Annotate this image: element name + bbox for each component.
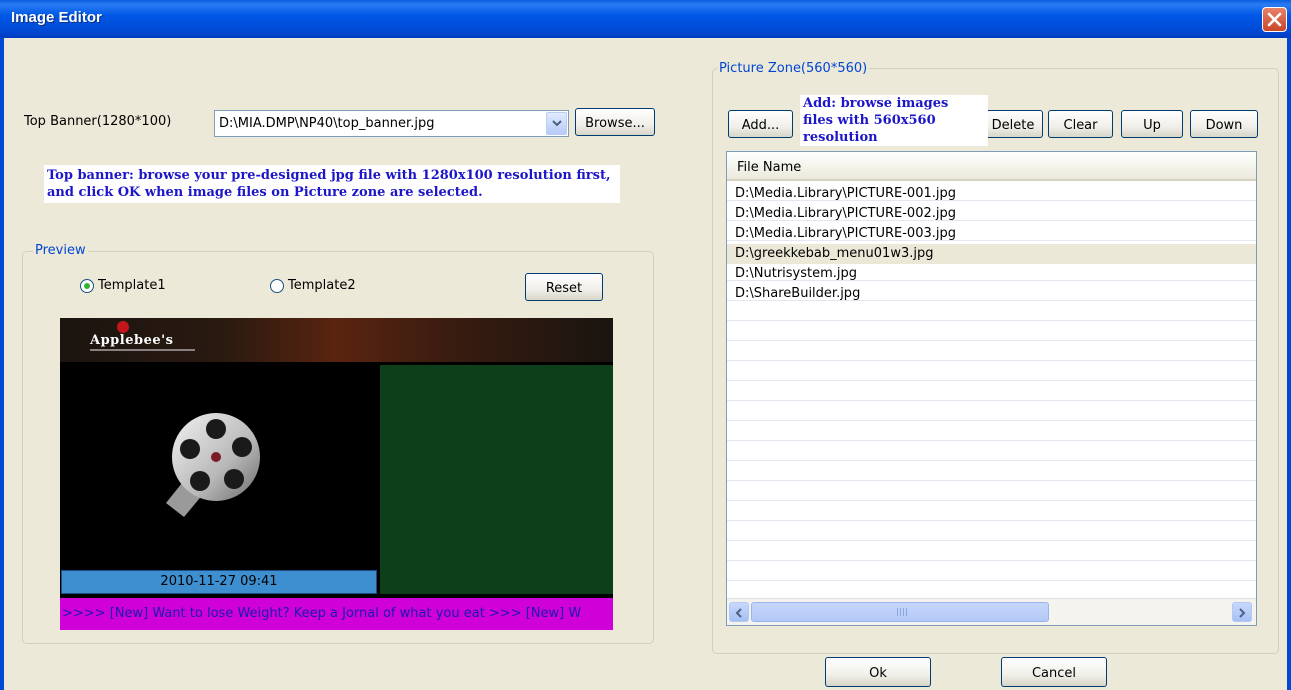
add-note: Add: browse images files with 560x560 re…: [800, 95, 988, 146]
template1-label[interactable]: Template1: [98, 278, 166, 293]
template1-radio[interactable]: [80, 279, 94, 293]
banner-logo-text: Applebee's: [90, 333, 174, 348]
close-button[interactable]: [1262, 7, 1287, 32]
banner-logo-underline: [90, 349, 195, 351]
preview-group-title: Preview: [33, 243, 88, 258]
apple-logo-icon: [117, 321, 129, 333]
scrollbar-thumb[interactable]: [751, 602, 1049, 622]
title-bar[interactable]: Image Editor: [0, 0, 1291, 38]
browse-button[interactable]: Browse...: [575, 108, 655, 136]
radio-selected-dot: [84, 283, 90, 289]
close-icon: [1267, 12, 1282, 27]
scroll-left-button[interactable]: [729, 602, 749, 622]
delete-button-label: Delete: [991, 117, 1035, 133]
up-button-label: Up: [1143, 117, 1161, 133]
add-button-label: Add...: [741, 117, 780, 133]
top-banner-note: Top banner: browse your pre-designed jpg…: [44, 165, 620, 203]
scroll-right-button[interactable]: [1232, 602, 1252, 622]
ok-button-label: Ok: [869, 665, 887, 681]
file-name-column-header[interactable]: File Name: [727, 152, 1256, 181]
down-button-label: Down: [1205, 117, 1243, 133]
add-note-line2: files with 560x560: [803, 113, 936, 128]
top-banner-label: Top Banner(1280*100): [24, 114, 172, 129]
chevron-left-icon: [735, 608, 742, 618]
clear-button-label: Clear: [1063, 117, 1098, 133]
picture-zone-group-title: Picture Zone(560*560): [717, 61, 870, 76]
clear-button[interactable]: Clear: [1048, 110, 1113, 138]
reset-button-label: Reset: [545, 280, 583, 296]
scrollbar-grip: [897, 608, 907, 616]
down-button[interactable]: Down: [1190, 110, 1258, 138]
preview-datetime-bar: 2010-11-27 09:41: [61, 570, 377, 594]
preview-picture-zone: [380, 365, 613, 594]
preview-ticker: >>>> [New] Want to lose Weight? Keep a J…: [60, 598, 613, 630]
chevron-right-icon: [1239, 608, 1246, 618]
column-header-label: File Name: [737, 160, 802, 175]
window-title: Image Editor: [11, 9, 102, 26]
cancel-button[interactable]: Cancel: [1001, 657, 1107, 687]
reset-button[interactable]: Reset: [525, 273, 603, 301]
list-item[interactable]: D:\Media.Library\PICTURE-003.jpg: [727, 224, 1256, 244]
window-frame-left: [0, 38, 4, 690]
up-button[interactable]: Up: [1121, 110, 1183, 138]
add-note-line3: resolution: [803, 130, 878, 145]
chevron-down-icon: [552, 120, 562, 127]
list-item-selected[interactable]: D:\greekkebab_menu01w3.jpg: [727, 244, 1256, 264]
delete-button[interactable]: Delete: [983, 110, 1043, 138]
window-frame-right: [1287, 38, 1291, 690]
list-item[interactable]: D:\Media.Library\PICTURE-002.jpg: [727, 204, 1256, 224]
top-banner-path-value: D:\MIA.DMP\NP40\top_banner.jpg: [219, 116, 435, 131]
list-item[interactable]: D:\ShareBuilder.jpg: [727, 284, 1256, 304]
cancel-button-label: Cancel: [1031, 665, 1077, 681]
add-button[interactable]: Add...: [728, 110, 793, 138]
combo-dropdown-button[interactable]: [546, 112, 567, 135]
browse-button-label: Browse...: [585, 115, 645, 131]
list-item[interactable]: D:\Media.Library\PICTURE-001.jpg: [727, 184, 1256, 204]
add-note-line1: Add: browse images: [803, 96, 949, 111]
preview-top-banner: Applebee's: [60, 318, 613, 362]
top-banner-path-combo[interactable]: D:\MIA.DMP\NP40\top_banner.jpg: [214, 110, 569, 137]
ok-button[interactable]: Ok: [825, 657, 931, 687]
preview-video-zone: [60, 365, 377, 569]
template-preview: Applebee's 2010-11-27 09:41 >>>> [New] W…: [60, 318, 613, 630]
template2-label[interactable]: Template2: [288, 278, 356, 293]
file-list[interactable]: File Name D:\Media.Library\PICTURE-001.j…: [726, 151, 1257, 626]
horizontal-scrollbar[interactable]: [727, 598, 1256, 625]
film-reel-icon: [166, 413, 260, 517]
list-item[interactable]: D:\Nutrisystem.jpg: [727, 264, 1256, 284]
template2-radio[interactable]: [270, 279, 284, 293]
image-editor-window: Image Editor Top Banner(1280*100) D:\MIA…: [0, 0, 1291, 690]
